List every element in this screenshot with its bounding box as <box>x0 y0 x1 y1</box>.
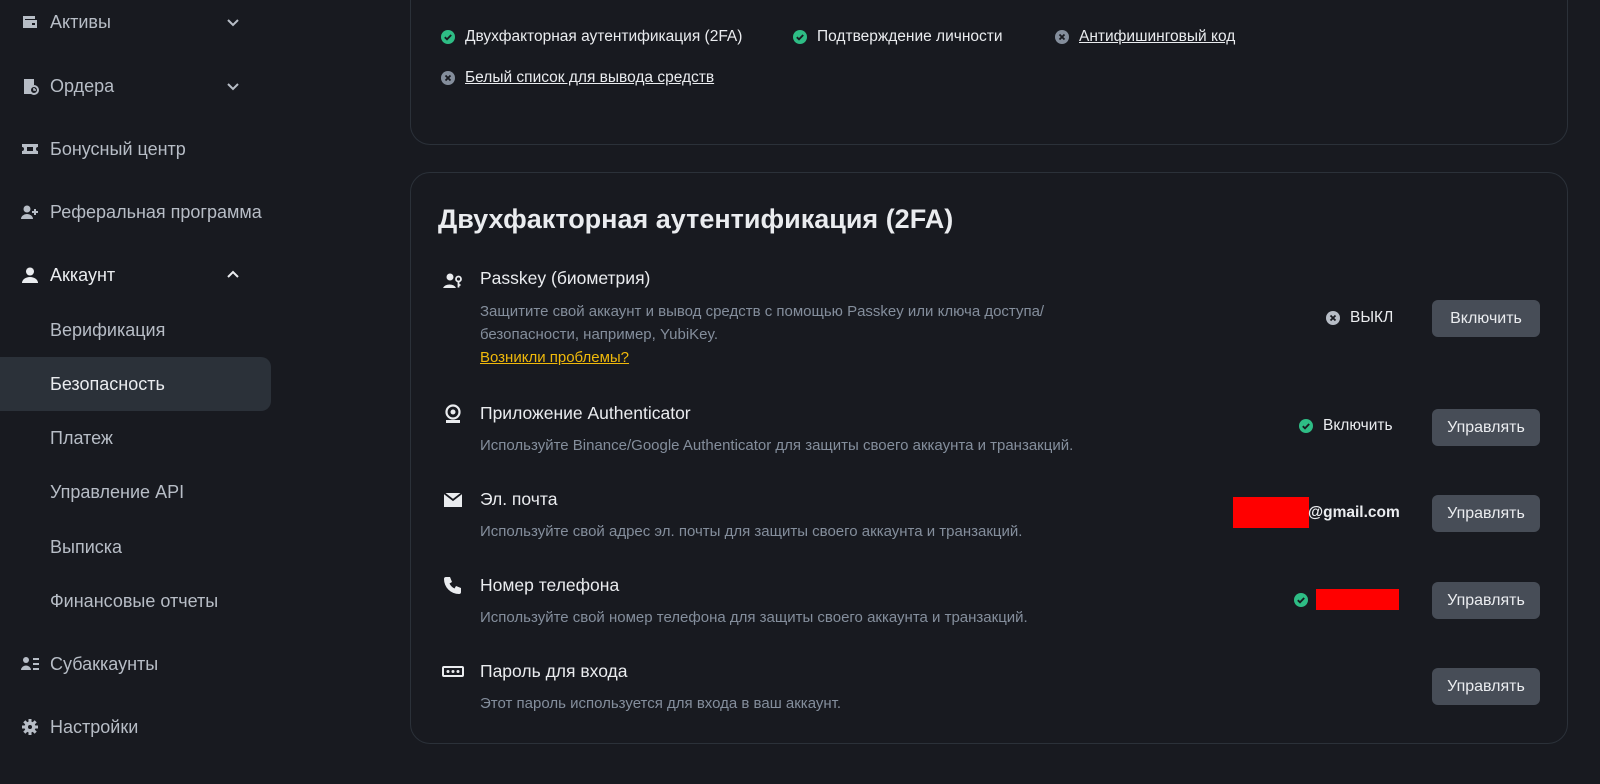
check-circle-icon <box>441 30 455 44</box>
mail-icon <box>442 489 464 511</box>
redacted-phone <box>1316 589 1399 610</box>
security-item-antiphishing[interactable]: Антифишинговый код <box>1055 28 1235 46</box>
sidebar-item-label: Активы <box>50 11 111 32</box>
security-overview-card: Двухфакторная аутентификация (2FA) Подтв… <box>410 0 1568 145</box>
email-description: Используйте свой адрес эл. почты для защ… <box>480 523 1023 540</box>
redacted-email <box>1233 497 1309 528</box>
phone-description: Используйте свой номер телефона для защи… <box>480 609 1028 626</box>
sidebar-item-account[interactable]: Аккаунт <box>0 248 271 302</box>
sidebar-item-statement[interactable]: Выписка <box>0 520 271 574</box>
password-title: Пароль для входа <box>480 661 628 681</box>
sidebar-item-label: Бонусный центр <box>50 138 186 159</box>
security-item-withdraw-whitelist[interactable]: Белый список для вывода средств <box>441 69 714 87</box>
chevron-down-icon <box>227 19 239 27</box>
sidebar-item-label: Субаккаунты <box>50 653 159 674</box>
ticket-icon <box>20 139 40 159</box>
email-title: Эл. почта <box>480 489 558 509</box>
sidebar-item-verification[interactable]: Верификация <box>0 303 271 357</box>
manage-password-button[interactable]: Управлять <box>1432 668 1540 705</box>
security-item-identity: Подтверждение личности <box>793 28 1003 46</box>
passkey-description: безопасности, например, YubiKey. <box>480 326 719 343</box>
chevron-up-icon <box>227 270 239 278</box>
phone-title: Номер телефона <box>480 575 620 595</box>
add-user-icon <box>20 202 40 222</box>
passkey-icon <box>442 270 464 292</box>
status-badge: ВЫКЛ <box>1326 309 1393 327</box>
orders-icon <box>20 76 40 96</box>
sidebar-item-assets[interactable]: Активы <box>0 0 271 49</box>
security-item-2fa: Двухфакторная аутентификация (2FA) <box>441 28 742 46</box>
manage-phone-button[interactable]: Управлять <box>1432 582 1540 619</box>
trouble-link[interactable]: Возникли проблемы? <box>480 349 629 366</box>
sidebar-item-label: Аккаунт <box>50 264 116 285</box>
password-icon <box>442 660 464 682</box>
authenticator-title: Приложение Authenticator <box>480 403 691 423</box>
sidebar-item-bonus-center[interactable]: Бонусный центр <box>0 122 271 176</box>
phone-icon <box>442 574 464 596</box>
manage-email-button[interactable]: Управлять <box>1432 495 1540 532</box>
passkey-title: Passkey (биометрия) <box>480 268 651 288</box>
chevron-down-icon <box>227 83 239 91</box>
check-circle-icon <box>1294 593 1308 607</box>
x-circle-icon <box>1326 311 1340 325</box>
manage-authenticator-button[interactable]: Управлять <box>1432 409 1540 446</box>
email-value: @gmail.com <box>1308 504 1400 521</box>
passkey-description: Защитите свой аккаунт и вывод средств с … <box>480 303 1045 320</box>
check-circle-icon <box>1299 419 1313 433</box>
section-title: Двухфакторная аутентификация (2FA) <box>438 204 954 234</box>
sidebar-item-label: Реферальная программа <box>50 201 262 222</box>
sidebar-item-orders[interactable]: Ордера <box>0 59 271 113</box>
subaccounts-icon <box>20 654 40 674</box>
x-circle-icon <box>1055 30 1069 44</box>
check-circle-icon <box>793 30 807 44</box>
authenticator-description: Используйте Binance/Google Authenticator… <box>480 437 1074 454</box>
sidebar: Активы Ордера Бонусный центр Реферальная… <box>0 0 290 784</box>
twofa-card: Двухфакторная аутентификация (2FA) Passk… <box>410 172 1568 744</box>
password-description: Этот пароль используется для входа в ваш… <box>480 695 842 712</box>
sidebar-item-settings[interactable]: Настройки <box>0 700 271 754</box>
x-circle-icon <box>441 71 455 85</box>
sidebar-item-referral[interactable]: Реферальная программа <box>0 185 271 239</box>
wallet-icon <box>20 12 40 32</box>
sidebar-item-financial-reports[interactable]: Финансовые отчеты <box>0 574 271 628</box>
sidebar-item-payment[interactable]: Платеж <box>0 411 271 465</box>
sidebar-item-label: Настройки <box>50 716 139 737</box>
sidebar-item-subaccounts[interactable]: Субаккаунты <box>0 637 271 691</box>
authenticator-icon <box>442 403 464 425</box>
enable-passkey-button[interactable]: Включить <box>1432 300 1540 337</box>
status-badge: Включить <box>1299 417 1393 435</box>
sidebar-item-security[interactable]: Безопасность <box>0 357 271 411</box>
sidebar-item-api-management[interactable]: Управление API <box>0 465 271 519</box>
user-icon <box>20 265 40 285</box>
sidebar-item-label: Ордера <box>50 75 115 96</box>
gear-icon <box>20 717 40 737</box>
